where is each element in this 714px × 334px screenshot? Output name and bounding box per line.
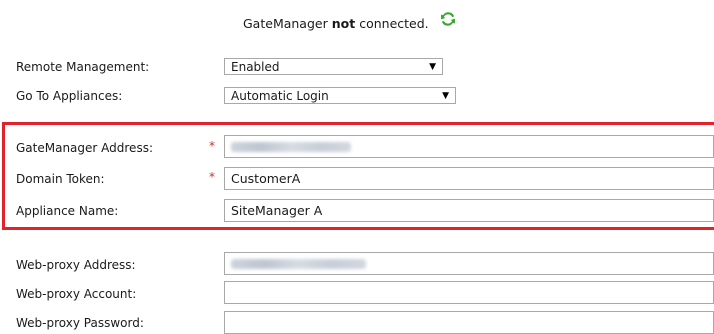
status-not: not: [331, 15, 356, 31]
web-proxy-password-label: Web-proxy Password:: [16, 316, 144, 330]
redacted-value: [231, 141, 351, 152]
web-proxy-account-label: Web-proxy Account:: [16, 287, 137, 301]
dropdown-arrow-icon: ▼: [429, 61, 436, 72]
status-suffix: connected.: [359, 15, 429, 31]
remote-management-label: Remote Management:: [16, 60, 150, 74]
redacted-value: [231, 258, 366, 269]
go-to-appliances-label: Go To Appliances:: [16, 89, 123, 103]
dropdown-arrow-icon: ▼: [442, 90, 449, 101]
web-proxy-password-input[interactable]: [224, 311, 714, 334]
refresh-icon[interactable]: [439, 10, 457, 28]
remote-management-value: Enabled: [231, 59, 280, 74]
web-proxy-address-label: Web-proxy Address:: [16, 258, 136, 272]
connection-status: GateManager not connected.: [243, 10, 457, 33]
web-proxy-account-input[interactable]: [224, 281, 714, 304]
domain-token-value: CustomerA: [231, 171, 301, 186]
domain-token-label: Domain Token:: [16, 172, 105, 186]
required-marker: *: [209, 139, 215, 153]
domain-token-input[interactable]: CustomerA: [224, 167, 714, 190]
appliance-name-label: Appliance Name:: [16, 204, 119, 218]
web-proxy-address-input[interactable]: [224, 252, 714, 275]
appliance-name-input[interactable]: SiteManager A: [224, 199, 714, 222]
appliance-name-value: SiteManager A: [231, 203, 323, 218]
status-prefix: GateManager: [243, 15, 328, 31]
gatemanager-address-label: GateManager Address:: [16, 141, 153, 155]
required-marker: *: [209, 170, 215, 184]
remote-management-select[interactable]: Enabled ▼: [224, 58, 443, 75]
go-to-appliances-value: Automatic Login: [231, 88, 329, 103]
go-to-appliances-select[interactable]: Automatic Login ▼: [224, 87, 456, 104]
gatemanager-address-input[interactable]: [224, 135, 714, 158]
